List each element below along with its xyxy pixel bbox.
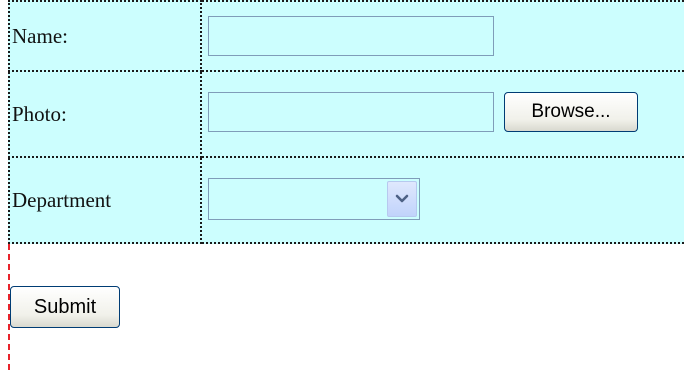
photo-label: Photo: bbox=[8, 70, 202, 158]
department-field-cell bbox=[200, 156, 684, 244]
browse-button[interactable]: Browse... bbox=[504, 92, 638, 132]
submit-button[interactable]: Submit bbox=[10, 286, 120, 328]
chevron-down-icon[interactable] bbox=[387, 181, 417, 217]
name-field-cell bbox=[200, 0, 684, 72]
department-label: Department bbox=[8, 156, 202, 244]
form-row-department: Department bbox=[8, 156, 684, 244]
name-label: Name: bbox=[8, 0, 202, 72]
form-table: Name: Photo: Browse... Department bbox=[8, 0, 684, 244]
form-row-name: Name: bbox=[8, 0, 684, 72]
department-select[interactable] bbox=[208, 178, 420, 220]
upload-form-page: Name: Photo: Browse... Department Submit bbox=[0, 0, 684, 370]
photo-field-cell: Browse... bbox=[200, 70, 684, 158]
photo-file-input[interactable] bbox=[208, 92, 494, 132]
name-input[interactable] bbox=[208, 16, 494, 56]
form-row-photo: Photo: Browse... bbox=[8, 70, 684, 158]
